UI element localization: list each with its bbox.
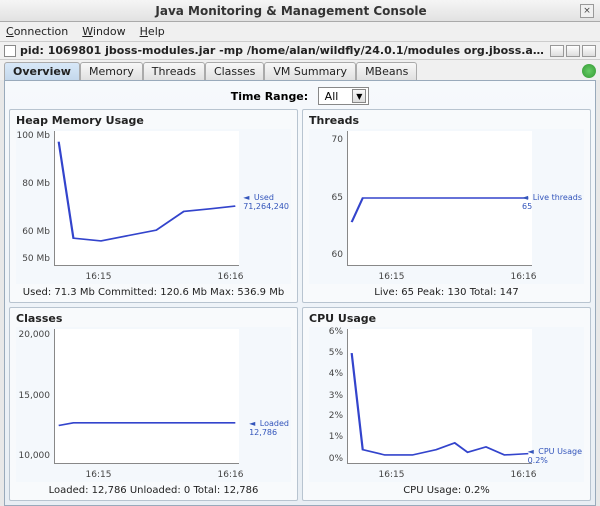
time-range-row: Time Range: All ▼ (9, 85, 591, 109)
chart-threads[interactable]: 70 65 60 16:15 16:16 Live threads 65 (309, 129, 584, 284)
chevron-down-icon: ▼ (352, 89, 366, 103)
time-range-value: All (321, 90, 353, 103)
window-title: Java Monitoring & Management Console (6, 4, 576, 18)
panel-heap-title: Heap Memory Usage (16, 114, 291, 127)
titlebar: Java Monitoring & Management Console × (0, 0, 600, 22)
minimize-icon[interactable] (566, 45, 580, 57)
panel-classes-footer: Loaded: 12,786 Unloaded: 0 Total: 12,786 (16, 482, 291, 496)
chart-grid: Heap Memory Usage 100 Mb 80 Mb 60 Mb 50 … (9, 109, 591, 501)
chart-classes[interactable]: 20,000 15,000 10,000 16:15 16:16 Loaded … (16, 327, 291, 482)
pid-checkbox[interactable] (4, 45, 16, 57)
tab-vm-summary[interactable]: VM Summary (264, 62, 356, 80)
chart-cpu[interactable]: 6% 5% 4% 3% 2% 1% 0% 16:15 16:16 CPU Usa… (309, 327, 584, 482)
chart-heap[interactable]: 100 Mb 80 Mb 60 Mb 50 Mb 16:15 16:16 Use… (16, 129, 291, 284)
content-pane: Time Range: All ▼ Heap Memory Usage 100 … (4, 80, 596, 506)
restore-icon[interactable] (550, 45, 564, 57)
tab-threads[interactable]: Threads (143, 62, 205, 80)
menubar: Connection Window Help (0, 22, 600, 42)
panel-threads-title: Threads (309, 114, 584, 127)
panel-cpu-title: CPU Usage (309, 312, 584, 325)
panel-heap-footer: Used: 71.3 Mb Committed: 120.6 Mb Max: 5… (16, 284, 291, 298)
tab-mbeans[interactable]: MBeans (356, 62, 417, 80)
time-range-select[interactable]: All ▼ (318, 87, 370, 105)
connection-status-icon (582, 64, 596, 78)
panel-threads: Threads 70 65 60 16:15 16:16 Live thread… (302, 109, 591, 303)
tab-classes[interactable]: Classes (205, 62, 264, 80)
pid-bar: pid: 1069801 jboss-modules.jar -mp /home… (0, 42, 600, 60)
close-icon[interactable]: × (580, 4, 594, 18)
panel-cpu: CPU Usage 6% 5% 4% 3% 2% 1% 0% 16:15 (302, 307, 591, 501)
time-range-label: Time Range: (231, 90, 308, 103)
panel-cpu-footer: CPU Usage: 0.2% (309, 482, 584, 496)
menu-help[interactable]: Help (140, 25, 165, 38)
panel-heap: Heap Memory Usage 100 Mb 80 Mb 60 Mb 50 … (9, 109, 298, 303)
tabbar: Overview Memory Threads Classes VM Summa… (0, 60, 600, 80)
menu-window[interactable]: Window (82, 25, 125, 38)
menu-connection[interactable]: Connection (6, 25, 68, 38)
maximize-icon[interactable] (582, 45, 596, 57)
tab-memory[interactable]: Memory (80, 62, 143, 80)
pid-text: pid: 1069801 jboss-modules.jar -mp /home… (20, 44, 550, 57)
panel-classes: Classes 20,000 15,000 10,000 16:15 16:16… (9, 307, 298, 501)
tab-overview[interactable]: Overview (4, 62, 80, 80)
panel-threads-footer: Live: 65 Peak: 130 Total: 147 (309, 284, 584, 298)
panel-classes-title: Classes (16, 312, 291, 325)
